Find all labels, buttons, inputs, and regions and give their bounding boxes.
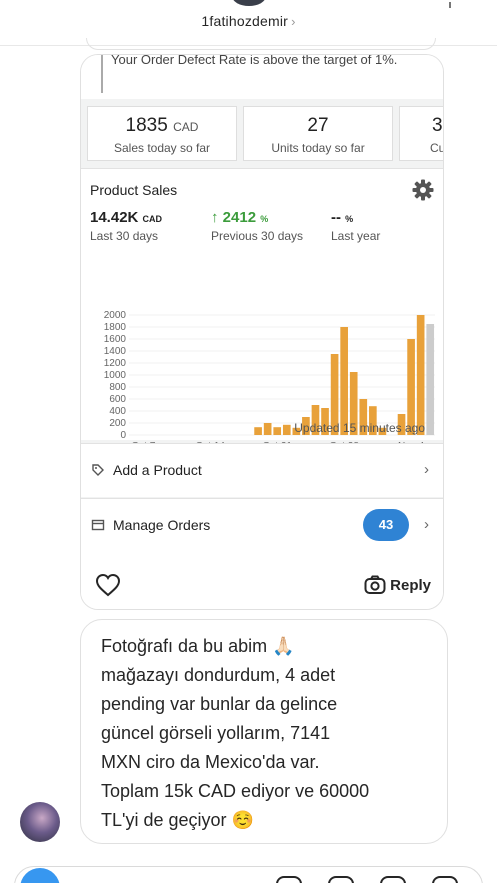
kpi-label: Sales today so far — [113, 141, 211, 155]
kpi-label: Cu — [430, 141, 444, 155]
previous-message-edge — [86, 38, 436, 50]
product-sales-title: Product Sales — [90, 182, 178, 198]
chart-bar — [282, 424, 291, 435]
metric-last-year: -- % Last year — [331, 209, 380, 243]
photo-message[interactable]: Your Order Defect Rate is above the targ… — [80, 54, 444, 610]
header-avatar[interactable] — [232, 0, 266, 6]
heart-icon[interactable] — [95, 573, 121, 597]
y-tick-label: 1200 — [104, 358, 127, 369]
metric-unit: % — [260, 214, 269, 224]
chart-bar — [340, 327, 348, 435]
box-icon — [91, 519, 105, 531]
y-tick-label: 200 — [109, 418, 126, 429]
notice-border — [101, 55, 103, 93]
y-tick-label: 600 — [109, 394, 126, 405]
kpi-value: 1835 — [125, 115, 168, 136]
add-product-row[interactable]: Add a Product › — [81, 443, 443, 497]
kpi-label: Units today so far — [271, 141, 365, 155]
notice-text: Your Order Defect Rate is above the targ… — [111, 55, 398, 67]
order-defect-notice: Your Order Defect Rate is above the targ… — [81, 55, 443, 99]
kpi-unit: CAD — [173, 120, 199, 134]
add-product-label: Add a Product — [113, 462, 202, 478]
text-message[interactable]: Fotoğrafı da bu abim 🙏🏻 mağazayı dondurd… — [80, 619, 448, 844]
message-actions: Reply — [81, 557, 443, 609]
chevron-right-icon: › — [424, 461, 429, 478]
y-tick-label: 1600 — [104, 334, 127, 345]
manage-orders-label: Manage Orders — [113, 517, 211, 533]
updated-timestamp: Updated 15 minutes ago — [294, 421, 425, 435]
tag-icon — [92, 464, 104, 476]
sales-bar-chart: 2000180016001400120010008006004002000Oct… — [104, 311, 435, 452]
chevron-right-icon: › — [291, 14, 296, 29]
chart-bar — [416, 315, 425, 435]
kpi-customers: 3 Cu — [399, 106, 444, 161]
y-tick-label: 2000 — [104, 311, 127, 321]
sender-avatar[interactable] — [20, 802, 60, 842]
message-composer — [0, 860, 497, 883]
y-tick-label: 1400 — [104, 346, 127, 357]
metric-last-30-days: 14.42K CAD Last 30 days — [90, 209, 162, 243]
gear-icon[interactable] — [411, 178, 435, 202]
gallery-icon[interactable] — [328, 876, 354, 883]
camera-icon — [364, 575, 386, 594]
sticker-icon[interactable] — [380, 876, 406, 883]
metric-unit: % — [345, 214, 354, 224]
shared-screenshot[interactable]: Your Order Defect Rate is above the targ… — [81, 55, 444, 557]
metric-label: Last year — [331, 229, 381, 243]
y-tick-label: 0 — [120, 430, 126, 441]
chat-username[interactable]: 1fatihozdemir › — [0, 13, 497, 29]
reply-button[interactable]: Reply — [364, 573, 431, 597]
kpi-units-today: 27 Units today so far — [243, 106, 393, 161]
manage-orders-row[interactable]: Manage Orders 43 › — [81, 498, 443, 557]
plus-icon[interactable] — [432, 876, 458, 883]
metric-unit: CAD — [142, 214, 163, 224]
metric-value: -- — [331, 209, 341, 226]
y-tick-label: 800 — [109, 382, 126, 393]
product-sales-card: Product Sales 14.42K CAD Last 30 days ↑ … — [81, 168, 443, 452]
metric-label: Previous 30 days — [211, 229, 304, 243]
kpi-sales-today: 1835 CAD Sales today so far — [87, 106, 237, 161]
message-input[interactable] — [14, 866, 483, 883]
message-text: Fotoğrafı da bu abim 🙏🏻 mağazayı dondurd… — [101, 636, 370, 830]
reply-label: Reply — [390, 576, 431, 594]
status-mark — [449, 2, 451, 8]
metric-label: Last 30 days — [90, 229, 159, 243]
metric-previous-30-days: ↑ 2412 % Previous 30 days — [211, 209, 303, 243]
chart-bar — [426, 324, 435, 435]
chart-bar — [263, 423, 272, 435]
mic-icon[interactable] — [276, 876, 302, 883]
chart-bar — [273, 427, 282, 435]
metric-value: ↑ 2412 — [211, 209, 257, 226]
y-tick-label: 1800 — [104, 322, 127, 333]
kpi-value: 27 — [307, 115, 329, 136]
kpi-value: 3 — [432, 115, 443, 136]
y-tick-label: 1000 — [104, 370, 127, 381]
chart-bar — [254, 427, 262, 435]
chevron-right-icon: › — [424, 516, 429, 533]
orders-count-badge: 43 — [363, 509, 409, 541]
metric-value: 14.42K — [90, 209, 139, 226]
y-tick-label: 400 — [109, 406, 126, 417]
